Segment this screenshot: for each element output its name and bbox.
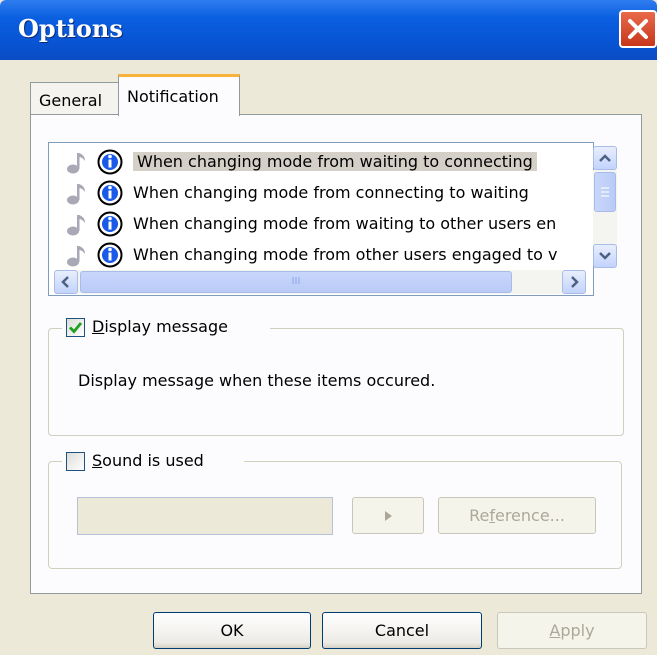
note-icon (67, 184, 85, 205)
scroll-down-button[interactable] (593, 244, 617, 268)
cancel-button[interactable]: Cancel (322, 612, 482, 649)
display-message-checkbox[interactable] (66, 318, 85, 337)
sound-file-input[interactable] (77, 497, 333, 535)
list-item-label: When changing mode from other users enga… (133, 245, 558, 264)
info-icon (97, 180, 123, 206)
vertical-scrollbar-thumb[interactable] (594, 172, 616, 212)
chevron-right-icon (571, 276, 579, 288)
close-button[interactable] (619, 10, 657, 48)
list-item-label: When changing mode from waiting to other… (133, 214, 557, 233)
play-icon (385, 511, 392, 521)
window-title: Options (18, 14, 123, 43)
checkmark-icon (69, 322, 83, 334)
info-icon (97, 211, 123, 237)
tab-notification-label: Notification (127, 87, 219, 106)
note-icon (67, 153, 85, 174)
scroll-up-button[interactable] (593, 146, 617, 170)
info-icon (97, 242, 123, 268)
note-icon (67, 246, 85, 267)
list-item-label: When changing mode from waiting to conne… (133, 152, 537, 171)
scroll-left-button[interactable] (54, 270, 78, 294)
chevron-down-icon (599, 252, 611, 260)
thumb-grip: III (291, 276, 301, 287)
list-item-label: When changing mode from connecting to wa… (133, 183, 529, 202)
play-sound-button[interactable] (352, 497, 424, 534)
display-message-label[interactable]: Display message (92, 317, 228, 336)
list-item[interactable]: When changing mode from waiting to other… (49, 208, 589, 239)
sound-checkbox[interactable] (66, 452, 85, 471)
display-message-description: Display message when these items occured… (78, 371, 436, 390)
options-dialog: Options General Notification When changi… (0, 0, 657, 655)
tab-general-label: General (39, 91, 103, 110)
note-icon (67, 215, 85, 236)
reference-button[interactable]: Reference... (438, 497, 596, 534)
list-item[interactable]: When changing mode from other users enga… (49, 239, 589, 270)
apply-button[interactable]: Apply (497, 612, 647, 649)
chevron-left-icon (61, 276, 69, 288)
grip-icon (601, 187, 609, 197)
tab-general[interactable]: General (30, 82, 120, 115)
sound-legend: Sound is used (62, 451, 244, 473)
sound-label[interactable]: Sound is used (92, 451, 204, 470)
list-item[interactable]: When changing mode from waiting to conne… (49, 146, 589, 177)
horizontal-scrollbar-thumb[interactable]: III (80, 271, 512, 293)
display-message-legend: Display message (62, 317, 270, 339)
info-icon (97, 149, 123, 175)
tab-notification[interactable]: Notification (118, 74, 240, 116)
list-item[interactable]: When changing mode from connecting to wa… (49, 177, 589, 208)
title-bar[interactable]: Options (0, 0, 657, 60)
ok-button[interactable]: OK (153, 612, 311, 649)
chevron-up-icon (599, 154, 611, 162)
scroll-right-button[interactable] (562, 270, 586, 294)
close-icon (628, 19, 648, 39)
